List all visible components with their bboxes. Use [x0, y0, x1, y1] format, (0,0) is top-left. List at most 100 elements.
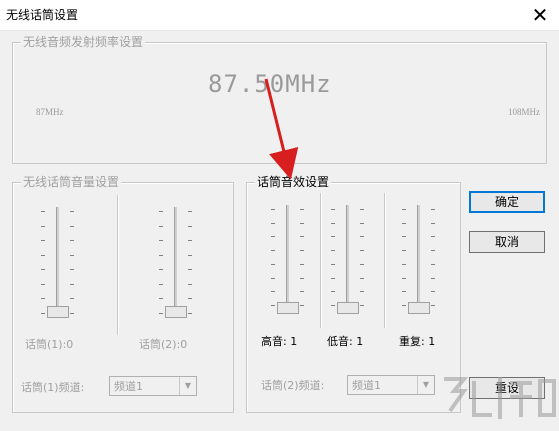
slider-thumb[interactable] — [337, 302, 359, 314]
slider-tick — [402, 250, 406, 251]
slider-tick — [300, 278, 304, 279]
mic1-volume-slider[interactable] — [41, 207, 75, 318]
slider-ticks-left — [159, 207, 164, 317]
slider-tick — [70, 226, 74, 227]
slider-tick — [271, 278, 275, 279]
slider-thumb[interactable] — [47, 306, 69, 318]
slider-tick — [188, 313, 192, 314]
slider-tick — [159, 211, 163, 212]
slider-tick — [402, 209, 406, 210]
slider-tick — [431, 236, 435, 237]
mic2-volume-slider[interactable] — [159, 207, 193, 318]
treble-slider[interactable] — [271, 205, 305, 314]
mic1-channel-value: 频道1 — [114, 380, 143, 393]
slider-tick — [159, 298, 163, 299]
slider-tick — [271, 250, 275, 251]
mic2-channel-label: 话筒(2)频道: — [261, 379, 325, 392]
slider-tick — [271, 305, 275, 306]
chevron-down-icon[interactable]: ▼ — [417, 376, 434, 394]
slider-tick — [70, 269, 74, 270]
slider-track — [346, 205, 349, 309]
volume-group: 无线话筒音量设置 话筒(1):0 话筒(2):0 话筒(1)频道: 频道1 ▼ — [12, 174, 234, 413]
frequency-value: 87.50MHz — [208, 70, 332, 98]
mic1-channel-select[interactable]: 频道1 ▼ — [109, 376, 197, 396]
slider-tick — [431, 305, 435, 306]
slider-tick — [188, 298, 192, 299]
frequency-min-label: 87MHz — [36, 107, 64, 117]
slider-tick — [360, 223, 364, 224]
mic1-volume-label: 话筒(1):0 — [25, 338, 74, 351]
slider-tick — [300, 291, 304, 292]
slider-tick — [41, 269, 45, 270]
slider-ticks-right — [188, 207, 193, 317]
slider-tick — [331, 305, 335, 306]
slider-ticks-left — [331, 205, 336, 309]
slider-ticks-right — [70, 207, 75, 317]
ok-button[interactable]: 确定 — [469, 191, 545, 213]
effects-group: 话筒音效设置 高音: 1 低音: 1 重复: 1 话筒(2)频道: 频道1 ▼ — [246, 174, 461, 413]
cancel-button[interactable]: 取消 — [469, 231, 545, 253]
slider-ticks-right — [431, 205, 436, 309]
slider-tick — [331, 291, 335, 292]
slider-tick — [159, 240, 163, 241]
repeat-label: 重复: 1 — [399, 335, 436, 348]
window-title: 无线话筒设置 — [6, 8, 79, 22]
slider-tick — [271, 264, 275, 265]
volume-divider — [117, 195, 119, 335]
mic2-volume-label: 话筒(2):0 — [139, 338, 188, 351]
slider-tick — [159, 255, 163, 256]
slider-ticks-right — [300, 205, 305, 309]
slider-tick — [300, 305, 304, 306]
slider-tick — [159, 284, 163, 285]
slider-tick — [331, 209, 335, 210]
title-bar: 无线话筒设置 ✕ — [0, 0, 559, 31]
slider-tick — [41, 240, 45, 241]
slider-tick — [331, 236, 335, 237]
slider-track — [286, 205, 289, 309]
slider-thumb[interactable] — [165, 306, 187, 318]
mic2-channel-value: 频道1 — [352, 379, 381, 392]
frequency-max-label: 108MHz — [508, 107, 540, 117]
slider-tick — [331, 223, 335, 224]
slider-tick — [271, 209, 275, 210]
slider-tick — [300, 250, 304, 251]
dialog-body: 无线音频发射频率设置 87.50MHz 87MHz 108MHz 无线话筒音量设… — [0, 31, 559, 431]
effects-group-title: 话筒音效设置 — [255, 174, 332, 190]
effects-divider-2 — [384, 193, 386, 328]
bass-slider[interactable] — [331, 205, 365, 314]
treble-label: 高音: 1 — [261, 335, 298, 348]
slider-tick — [431, 278, 435, 279]
slider-tick — [70, 313, 74, 314]
repeat-slider[interactable] — [402, 205, 436, 314]
slider-tick — [402, 278, 406, 279]
volume-group-title: 无线话筒音量设置 — [21, 174, 122, 190]
frequency-group: 无线音频发射频率设置 87.50MHz 87MHz 108MHz — [12, 34, 547, 164]
slider-thumb[interactable] — [408, 302, 430, 314]
slider-tick — [70, 211, 74, 212]
slider-tick — [41, 313, 45, 314]
slider-tick — [431, 223, 435, 224]
slider-tick — [300, 264, 304, 265]
slider-track — [417, 205, 420, 309]
mic2-channel-select[interactable]: 频道1 ▼ — [347, 375, 435, 395]
slider-tick — [331, 264, 335, 265]
slider-tick — [70, 255, 74, 256]
slider-thumb[interactable] — [277, 302, 299, 314]
slider-tick — [41, 284, 45, 285]
slider-tick — [431, 264, 435, 265]
slider-ticks-left — [41, 207, 46, 317]
slider-tick — [41, 298, 45, 299]
slider-tick — [188, 255, 192, 256]
slider-track — [56, 207, 59, 317]
slider-tick — [360, 209, 364, 210]
slider-tick — [300, 223, 304, 224]
chevron-down-icon[interactable]: ▼ — [179, 377, 196, 395]
slider-tick — [300, 236, 304, 237]
slider-tick — [360, 264, 364, 265]
slider-tick — [41, 226, 45, 227]
slider-tick — [271, 291, 275, 292]
slider-tick — [402, 305, 406, 306]
close-icon[interactable]: ✕ — [527, 2, 553, 28]
slider-tick — [188, 240, 192, 241]
slider-tick — [70, 284, 74, 285]
